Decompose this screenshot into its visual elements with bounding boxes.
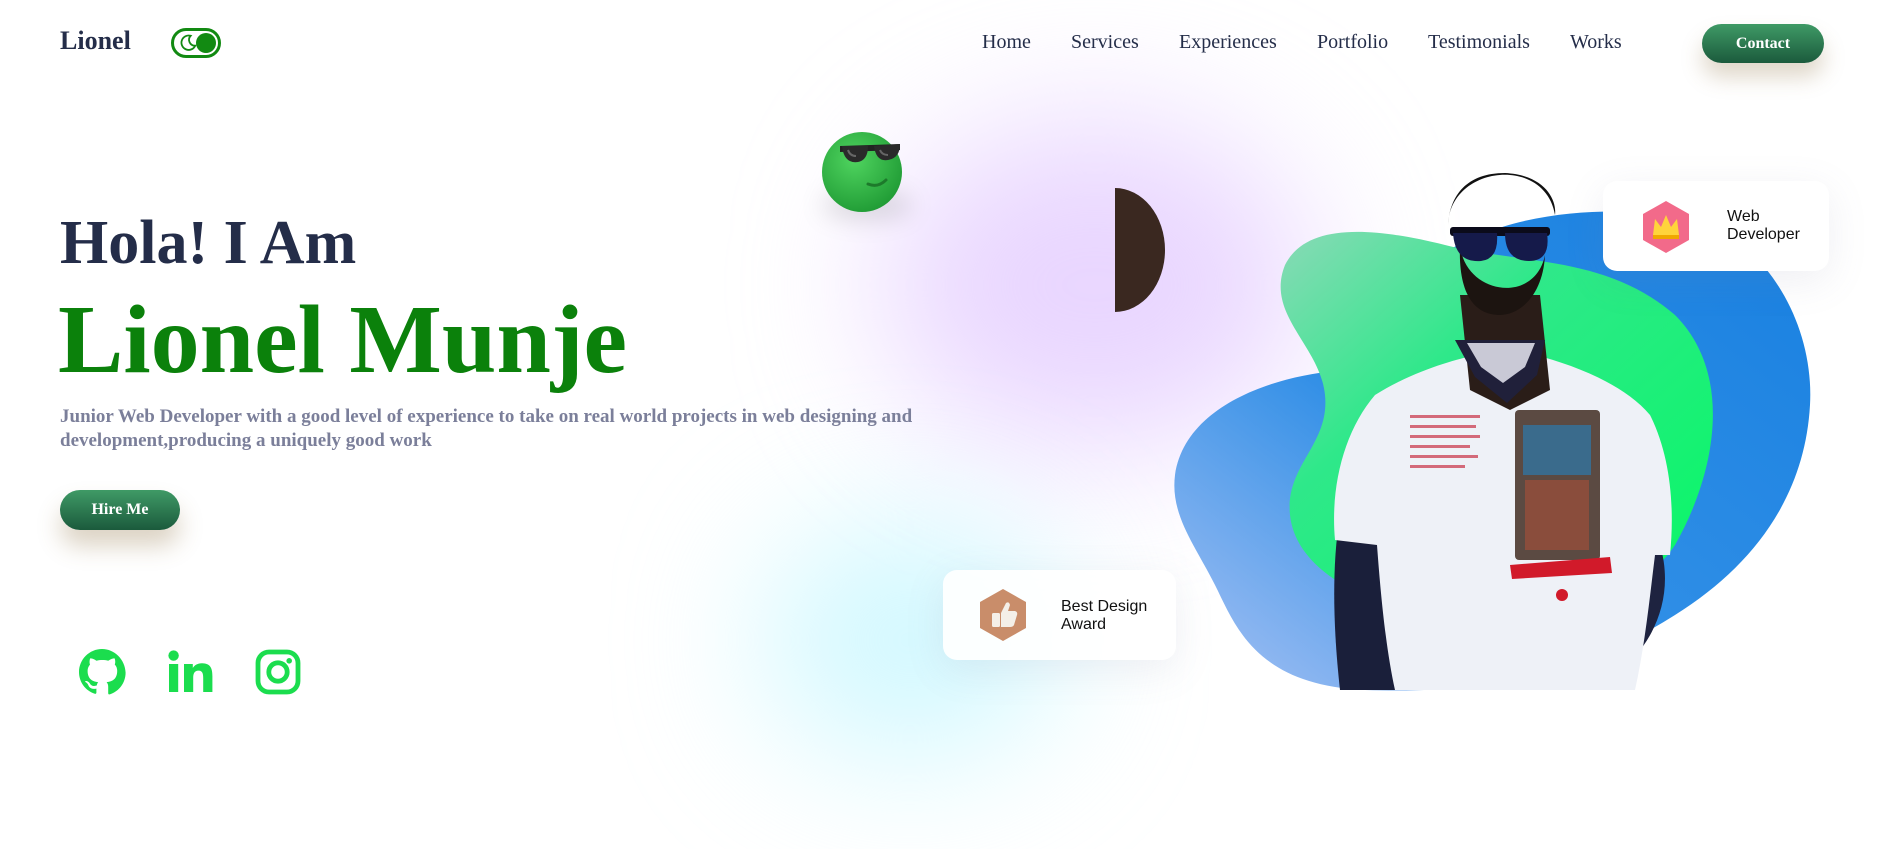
web-developer-card: Web Developer (1603, 181, 1829, 271)
hero-description: Junior Web Developer with a good level o… (60, 406, 913, 451)
hire-me-button[interactable]: Hire Me (60, 490, 180, 530)
hero-name: Lionel Munje (58, 286, 627, 394)
github-icon[interactable] (78, 648, 126, 696)
linkedin-icon[interactable] (166, 648, 214, 696)
nav-services[interactable]: Services (1071, 31, 1139, 54)
nav-home[interactable]: Home (982, 31, 1031, 54)
nav-works[interactable]: Works (1570, 31, 1622, 54)
sunglasses-emoji-icon (822, 132, 902, 212)
site-logo[interactable]: Lionel (60, 26, 131, 56)
theme-toggle[interactable] (171, 28, 221, 58)
best-design-award-card: Best Design Award (943, 570, 1176, 660)
moon-icon (180, 34, 197, 51)
toggle-knob (196, 33, 216, 53)
crown-icon (1643, 201, 1689, 253)
web-developer-text: Web Developer (1727, 208, 1800, 243)
contact-button[interactable]: Contact (1702, 24, 1824, 63)
nav-experiences[interactable]: Experiences (1179, 31, 1277, 54)
best-design-award-text: Best Design Award (1061, 598, 1148, 633)
instagram-icon[interactable] (254, 648, 302, 696)
nav-portfolio[interactable]: Portfolio (1317, 31, 1388, 54)
thumbs-up-icon (980, 589, 1026, 641)
nav-testimonials[interactable]: Testimonials (1428, 31, 1530, 54)
hero-greeting: Hola! I Am (60, 209, 357, 277)
